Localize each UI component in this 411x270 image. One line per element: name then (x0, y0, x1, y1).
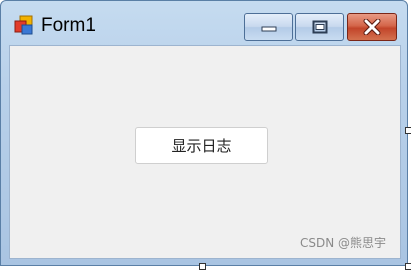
close-button[interactable] (347, 13, 397, 41)
watermark: CSDN @熊思宇 (299, 236, 386, 250)
resize-handle-right[interactable] (405, 127, 411, 134)
minimize-icon (261, 26, 276, 32)
resize-handle-corner[interactable] (405, 263, 411, 270)
window-title: Form1 (41, 15, 96, 36)
show-log-button[interactable]: 显示日志 (135, 127, 268, 164)
form1-window: Form1 显示日志 CSDN @熊思宇 (0, 0, 408, 266)
close-icon (363, 19, 381, 35)
maximize-icon (312, 20, 327, 34)
app-icon (14, 15, 33, 35)
form-client-area: 显示日志 CSDN @熊思宇 (9, 45, 401, 259)
minimize-button[interactable] (244, 13, 293, 41)
resize-handle-bottom[interactable] (199, 263, 206, 270)
title-bar[interactable]: Form1 (1, 1, 407, 44)
maximize-button[interactable] (295, 13, 344, 41)
